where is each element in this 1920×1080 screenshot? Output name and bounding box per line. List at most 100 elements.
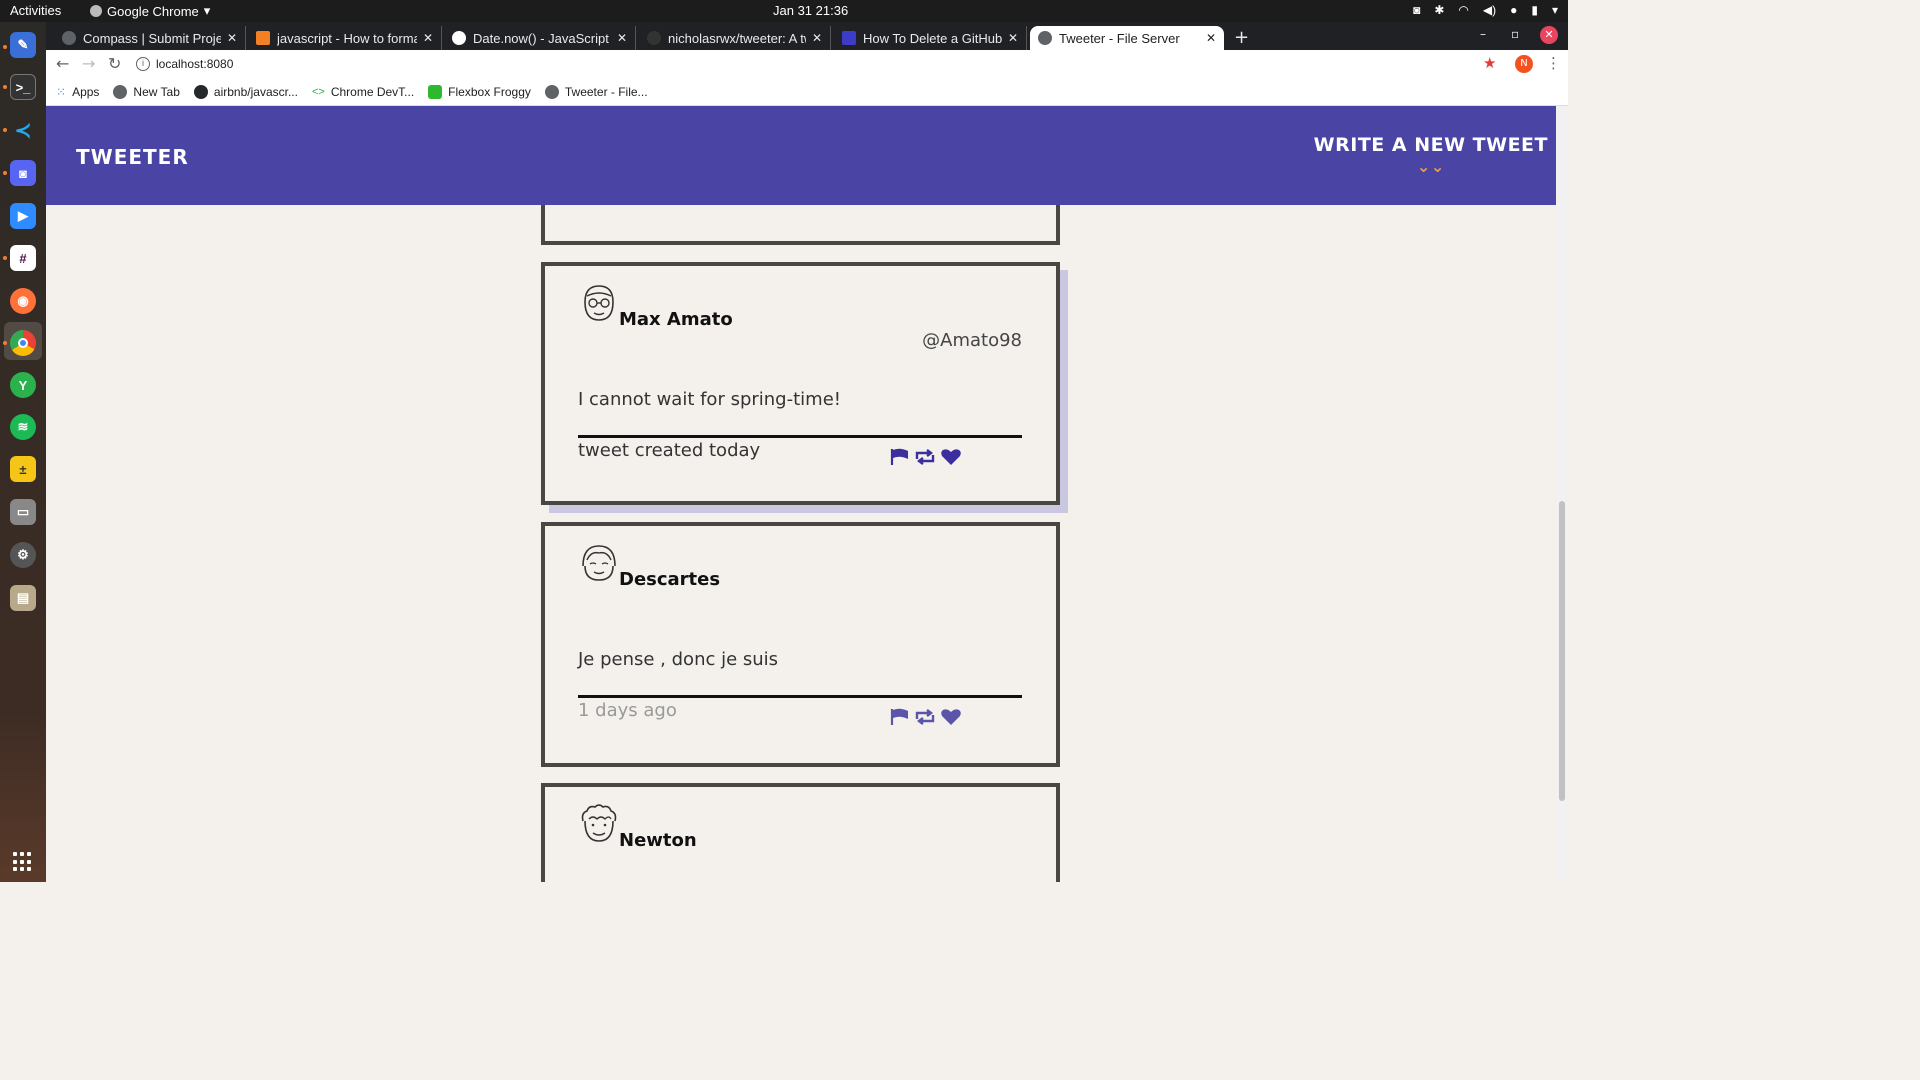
running-indicator bbox=[3, 171, 7, 175]
write-new-tweet-button[interactable]: WRITE A NEW TWEET ⌄⌄ bbox=[1314, 134, 1548, 176]
close-tab-icon[interactable]: ✕ bbox=[617, 31, 627, 45]
scrollbar-thumb[interactable] bbox=[1559, 501, 1565, 801]
site-brand[interactable]: TWEETER bbox=[76, 145, 189, 169]
browser-tab-active[interactable]: Tweeter - File Server ✕ bbox=[1030, 26, 1224, 50]
text-editor-icon[interactable]: ✎ bbox=[10, 32, 36, 58]
tweet-user-handle: @Amato98 bbox=[922, 330, 1022, 351]
flag-icon[interactable] bbox=[890, 448, 910, 466]
glasses-face-icon bbox=[584, 285, 614, 321]
url-text[interactable]: localhost:8080 bbox=[156, 57, 233, 71]
bookmark-star-icon[interactable]: ★ bbox=[1483, 54, 1496, 72]
wifi-icon[interactable]: ◠ bbox=[1458, 3, 1468, 17]
browser-tab[interactable]: Date.now() - JavaScript | M ✕ bbox=[444, 26, 636, 50]
calculator-icon[interactable]: ± bbox=[10, 456, 36, 482]
browser-menu-icon[interactable]: ⋮ bbox=[1546, 54, 1561, 72]
close-tab-icon[interactable]: ✕ bbox=[1008, 31, 1018, 45]
discord-icon[interactable]: ◙ bbox=[10, 160, 36, 186]
running-indicator bbox=[3, 128, 7, 132]
close-tab-icon[interactable]: ✕ bbox=[423, 31, 433, 45]
site-nav: TWEETER WRITE A NEW TWEET ⌄⌄ bbox=[46, 106, 1556, 205]
minimize-icon[interactable]: – bbox=[1480, 27, 1486, 41]
system-tray[interactable]: ◙ ✱ ◠ ◀) ● ▮ ▾ bbox=[1413, 3, 1558, 17]
bookmark-chrome-devtools[interactable]: <> Chrome DevT... bbox=[312, 85, 414, 99]
bookmark-new-tab[interactable]: New Tab bbox=[113, 84, 180, 99]
bookmark-label: Tweeter - File... bbox=[564, 84, 648, 99]
browser-tab[interactable]: Compass | Submit Project ✕ bbox=[54, 26, 246, 50]
profile-avatar[interactable]: N bbox=[1515, 55, 1533, 73]
retweet-icon[interactable] bbox=[914, 708, 936, 726]
curly-hair-face-icon bbox=[581, 804, 617, 842]
restore-icon[interactable]: ▫ bbox=[1511, 27, 1519, 41]
bookmark-airbnb[interactable]: airbnb/javascr... bbox=[193, 84, 298, 99]
flag-icon[interactable] bbox=[890, 708, 910, 726]
tab-title: Tweeter - File Server bbox=[1059, 30, 1180, 46]
address-bar[interactable]: i localhost:8080 bbox=[136, 53, 1508, 75]
bookmark-flexbox-froggy[interactable]: Flexbox Froggy bbox=[428, 84, 531, 99]
close-tab-icon[interactable]: ✕ bbox=[227, 31, 237, 45]
drive-icon[interactable]: ▤ bbox=[10, 585, 36, 611]
bangs-face-icon bbox=[582, 545, 616, 581]
dock: ✎ >_ ≺ ◙ ▶ # ◉ Y ≋ ± ▭ ⚙ ▤ bbox=[0, 22, 46, 882]
forward-arrow-icon[interactable]: → bbox=[82, 54, 95, 73]
spotify-icon[interactable]: ≋ bbox=[10, 414, 36, 440]
browser-tab[interactable]: javascript - How to format ✕ bbox=[248, 26, 442, 50]
globe-favicon-icon bbox=[1038, 31, 1052, 45]
back-arrow-icon[interactable]: ← bbox=[56, 54, 69, 73]
slack-icon[interactable]: # bbox=[10, 245, 36, 271]
bookmark-tweeter[interactable]: Tweeter - File... bbox=[544, 84, 648, 99]
tab-title: Compass | Submit Project bbox=[83, 30, 221, 46]
reload-icon[interactable]: ↻ bbox=[108, 54, 121, 73]
app-menu[interactable]: Google Chrome ▾ bbox=[90, 3, 210, 19]
terminal-icon[interactable]: >_ bbox=[10, 74, 36, 100]
system-menu-caret-icon[interactable]: ▾ bbox=[1552, 3, 1558, 17]
activities-button[interactable]: Activities bbox=[10, 3, 61, 18]
caret-down-icon: ▾ bbox=[203, 3, 211, 18]
close-tab-icon[interactable]: ✕ bbox=[1206, 31, 1216, 45]
yarn-app-icon[interactable]: Y bbox=[10, 372, 36, 398]
tweet-card: Descartes Je pense , donc je suis 1 days… bbox=[541, 522, 1060, 767]
tab-title: javascript - How to format bbox=[277, 30, 417, 46]
stackoverflow-favicon-icon bbox=[256, 31, 270, 45]
bookmark-label: Apps bbox=[72, 84, 100, 99]
bookmark-label: Flexbox Froggy bbox=[448, 84, 531, 99]
heart-icon[interactable] bbox=[940, 708, 962, 726]
tweet-user-name: Max Amato bbox=[619, 309, 733, 330]
site-info-icon[interactable]: i bbox=[136, 57, 150, 71]
zoom-icon[interactable]: ▶ bbox=[10, 203, 36, 229]
tweet-user-name: Newton bbox=[619, 830, 697, 851]
browser-toolbar: ← → ↻ i localhost:8080 ★ N ⋮ bbox=[46, 50, 1568, 78]
running-indicator bbox=[3, 256, 7, 260]
chrome-icon[interactable] bbox=[10, 330, 36, 356]
heart-icon[interactable] bbox=[940, 448, 962, 466]
battery-icon[interactable]: ▮ bbox=[1531, 3, 1538, 17]
browser-tab[interactable]: How To Delete a GitHub R ✕ bbox=[834, 26, 1027, 50]
chrome-icon bbox=[90, 5, 102, 17]
tab-strip: Compass | Submit Project ✕ javascript - … bbox=[46, 22, 1568, 50]
microphone-icon[interactable]: ● bbox=[1510, 3, 1517, 17]
volume-icon[interactable]: ◀) bbox=[1483, 3, 1496, 17]
window-close-icon[interactable]: ✕ bbox=[1540, 26, 1558, 44]
apps-grid-icon: ⁙ bbox=[56, 84, 67, 99]
tweet-actions bbox=[890, 448, 962, 466]
bookmark-apps[interactable]: ⁙ Apps bbox=[56, 85, 99, 99]
tab-title: How To Delete a GitHub R bbox=[863, 30, 1002, 46]
tweet-divider bbox=[578, 435, 1022, 438]
slack-tray-icon[interactable]: ✱ bbox=[1434, 3, 1444, 17]
files-icon[interactable]: ▭ bbox=[10, 499, 36, 525]
tweet-timestamp: 1 days ago bbox=[578, 700, 677, 721]
compass-favicon-icon bbox=[62, 31, 76, 45]
vscode-icon[interactable]: ≺ bbox=[10, 117, 36, 143]
retweet-icon[interactable] bbox=[914, 448, 936, 466]
globe-icon bbox=[113, 84, 128, 99]
clock[interactable]: Jan 31 21:36 bbox=[773, 3, 848, 18]
new-tab-icon[interactable]: + bbox=[1234, 27, 1249, 48]
browser-tab[interactable]: nicholasrwx/tweeter: A tw ✕ bbox=[639, 26, 831, 50]
show-applications-icon[interactable] bbox=[13, 852, 33, 872]
double-chevron-down-icon: ⌄⌄ bbox=[1416, 157, 1445, 176]
settings-gear-icon[interactable]: ⚙ bbox=[10, 542, 36, 568]
discord-tray-icon[interactable]: ◙ bbox=[1413, 3, 1420, 17]
firefox-icon[interactable]: ◉ bbox=[10, 288, 36, 314]
page-scrollbar[interactable] bbox=[1556, 106, 1568, 882]
tweet-text: Je pense , donc je suis bbox=[578, 649, 779, 670]
close-tab-icon[interactable]: ✕ bbox=[812, 31, 822, 45]
